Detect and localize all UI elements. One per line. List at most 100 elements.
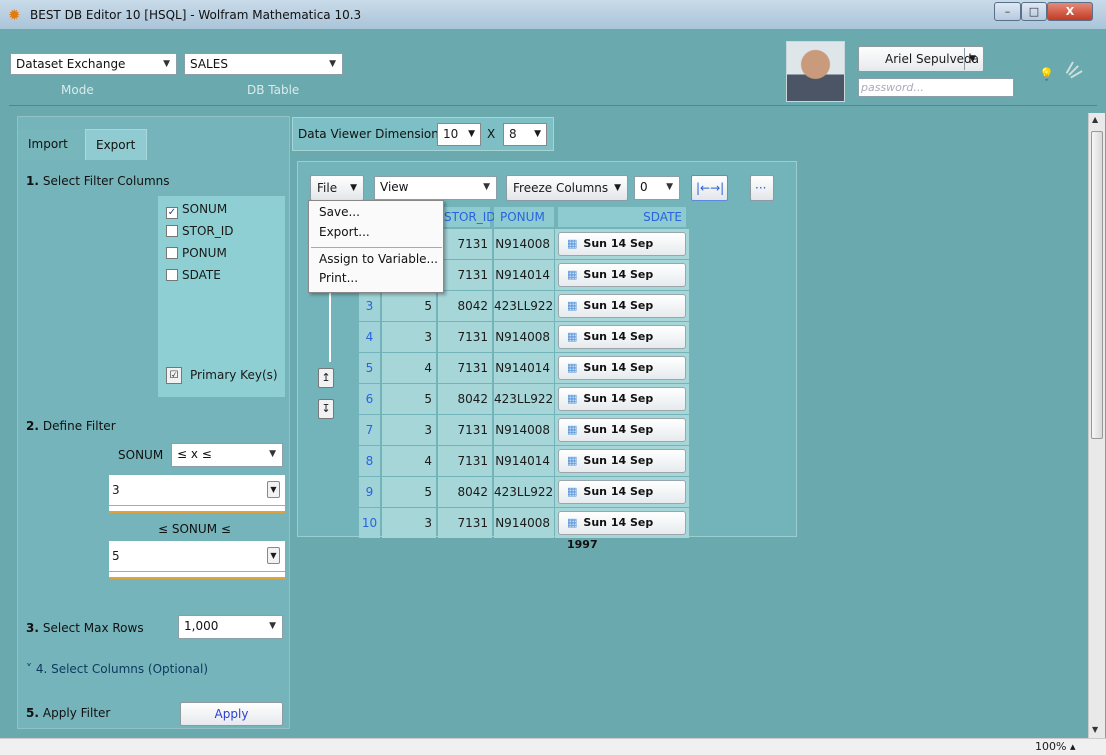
menu-item-assign-variable[interactable]: Assign to Variable... <box>319 252 438 266</box>
cell-stor-id[interactable]: 8042 <box>438 291 492 321</box>
column-checkbox-stor-id[interactable]: STOR_ID <box>166 222 234 240</box>
cell-stor-id[interactable]: 8042 <box>438 384 492 414</box>
cell-sonum[interactable]: 5 <box>382 384 436 414</box>
lower-bound-input[interactable]: 3 ▼ <box>109 475 285 513</box>
cell-sonum[interactable]: 4 <box>382 446 436 476</box>
cell-stor-id[interactable]: 7131 <box>438 353 492 383</box>
chevron-down-icon[interactable]: ▼ <box>267 547 280 564</box>
column-header-stor-id[interactable]: STOR_ID <box>438 207 496 227</box>
mode-select[interactable]: Dataset Exchange ▼ <box>10 53 177 75</box>
user-select-button[interactable]: Ariel Sepulveda ▼ <box>858 46 984 72</box>
filter-operator-value: ≤ x ≤ <box>177 447 212 461</box>
apply-button[interactable]: Apply <box>180 702 283 726</box>
column-checkbox-sonum[interactable]: ✓ SONUM <box>166 200 227 219</box>
cell-sdate[interactable]: ▦Sun 14 Sep 1997 <box>558 325 686 365</box>
view-select[interactable]: View ▼ <box>374 176 497 200</box>
cell-sonum[interactable]: 3 <box>382 322 436 352</box>
cell-stor-id[interactable]: 7131 <box>438 229 492 259</box>
menu-item-export[interactable]: Export... <box>319 225 370 239</box>
chevron-down-icon[interactable]: ▼ <box>269 616 276 636</box>
cell-stor-id[interactable]: 7131 <box>438 446 492 476</box>
freeze-columns-button[interactable]: Freeze Columns ▼ <box>506 175 628 201</box>
tab-import[interactable]: Import <box>18 129 85 160</box>
file-menu-button[interactable]: File ▼ <box>310 175 364 201</box>
checkbox-icon <box>166 269 178 281</box>
menu-item-print[interactable]: Print... <box>319 271 358 285</box>
cell-sdate[interactable]: ▦Sun 14 Sep 1997 <box>558 418 686 458</box>
chevron-down-icon: ▼ <box>614 183 621 193</box>
vertical-scrollbar[interactable]: ▲ ▼ <box>1088 113 1105 738</box>
filter-operator-select[interactable]: ≤ x ≤ ▼ <box>171 443 283 467</box>
scroll-up-arrow-icon[interactable]: ▲ <box>1092 115 1098 124</box>
cell-sdate[interactable]: ▦Sun 14 Sep 1997 <box>558 263 686 303</box>
primary-keys-toggle[interactable]: ☑ <box>166 367 182 384</box>
tab-export[interactable]: Export <box>85 129 147 160</box>
max-rows-select[interactable]: 1,000 ▼ <box>178 615 283 639</box>
cell-sonum[interactable]: 3 <box>382 415 436 445</box>
step4-toggle[interactable]: ˅ 4. Select Columns (Optional) <box>26 662 208 676</box>
calendar-icon: ▦ <box>567 299 578 312</box>
window-title: BEST DB Editor 10 [HSQL] - Wolfram Mathe… <box>30 8 362 22</box>
fit-width-button[interactable]: |←→| <box>691 175 728 201</box>
cell-stor-id[interactable]: 7131 <box>438 322 492 352</box>
cell-sdate[interactable]: ▦Sun 14 Sep 1997 <box>558 232 686 272</box>
column-header-sdate[interactable]: SDATE <box>558 207 686 227</box>
calendar-icon: ▦ <box>567 423 578 436</box>
split-divider <box>964 48 965 70</box>
cell-sdate[interactable]: ▦Sun 14 Sep 1997 <box>558 480 686 520</box>
cell-stor-id[interactable]: 7131 <box>438 508 492 538</box>
menu-item-save[interactable]: Save... <box>319 205 360 219</box>
column-checkbox-ponum[interactable]: PONUM <box>166 244 227 262</box>
cell-sdate[interactable]: ▦Sun 14 Sep 1997 <box>558 387 686 427</box>
cell-ponum[interactable]: 423LL922 <box>494 384 554 414</box>
cell-ponum[interactable]: N914014 <box>494 446 554 476</box>
upper-bound-input[interactable]: 5 ▼ <box>109 541 285 579</box>
scrollbar-thumb[interactable] <box>1091 131 1103 439</box>
row-index: 5 <box>359 353 380 383</box>
rows-dimension-select[interactable]: 10 ▼ <box>437 123 481 146</box>
scroll-down-arrow-icon[interactable]: ▼ <box>1092 725 1098 734</box>
cell-stor-id[interactable]: 7131 <box>438 260 492 290</box>
column-checkbox-sdate[interactable]: SDATE <box>166 266 221 284</box>
step2-label: Define Filter <box>42 419 116 433</box>
cell-ponum[interactable]: N914008 <box>494 229 554 259</box>
cell-stor-id[interactable]: 8042 <box>438 477 492 507</box>
maximize-button[interactable]: □ <box>1021 2 1047 21</box>
cell-stor-id[interactable]: 7131 <box>438 415 492 445</box>
user-avatar <box>786 41 845 102</box>
cell-sonum[interactable]: 3 <box>382 508 436 538</box>
freeze-count-select[interactable]: 0 ▼ <box>634 176 680 200</box>
cell-ponum[interactable]: N914008 <box>494 508 554 538</box>
password-field[interactable]: password... <box>858 78 1014 97</box>
cell-sdate[interactable]: ▦Sun 14 Sep 1997 <box>558 356 686 396</box>
cell-ponum[interactable]: 423LL922 <box>494 291 554 321</box>
row-index: 9 <box>359 477 380 507</box>
cell-sdate[interactable]: ▦Sun 14 Sep 1997 <box>558 449 686 489</box>
cell-ponum[interactable]: 423LL922 <box>494 477 554 507</box>
connect-plug-icon[interactable]: ⚟ <box>1059 56 1091 88</box>
cols-dimension-select[interactable]: 8 ▼ <box>503 123 547 146</box>
chevron-down-icon: ▼ <box>350 183 357 193</box>
cell-sonum[interactable]: 5 <box>382 477 436 507</box>
close-button[interactable]: X <box>1047 2 1093 21</box>
cell-sdate[interactable]: ▦Sun 14 Sep 1997 <box>558 294 686 334</box>
cell-sonum[interactable]: 5 <box>382 291 436 321</box>
cell-sdate[interactable]: ▦Sun 14 Sep 1997 <box>558 511 686 551</box>
cell-sonum[interactable]: 4 <box>382 353 436 383</box>
minimize-button[interactable]: – <box>994 2 1021 21</box>
date-label: Sun 14 Sep 1997 <box>567 516 654 551</box>
chevron-down-icon: ▼ <box>468 129 475 139</box>
scroll-up-button[interactable]: ↥ <box>318 368 334 388</box>
lower-bound-value: 3 <box>112 483 120 497</box>
cell-ponum[interactable]: N914008 <box>494 415 554 445</box>
db-table-select[interactable]: SALES ▼ <box>184 53 343 75</box>
cell-ponum[interactable]: N914008 <box>494 322 554 352</box>
scroll-down-button[interactable]: ↧ <box>318 399 334 419</box>
cell-ponum[interactable]: N914014 <box>494 353 554 383</box>
chevron-down-icon[interactable]: ▼ <box>267 481 280 498</box>
row-index: 4 <box>359 322 380 352</box>
zoom-level[interactable]: 100% ▴ <box>1035 740 1075 753</box>
cell-ponum[interactable]: N914014 <box>494 260 554 290</box>
column-header-ponum[interactable]: PONUM <box>494 207 554 227</box>
more-options-button[interactable]: ··· <box>750 175 774 201</box>
